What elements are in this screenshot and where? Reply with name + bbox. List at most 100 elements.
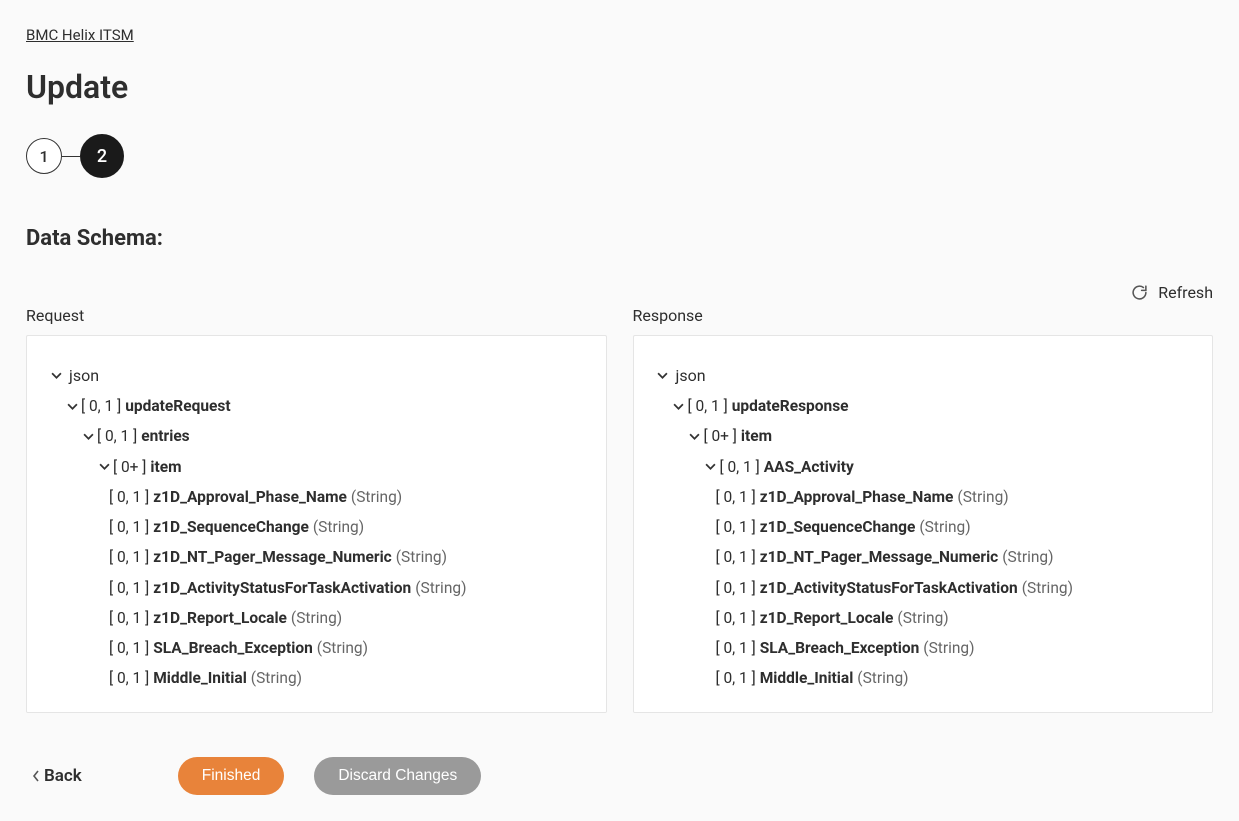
- field-name-label: z1D_NT_Pager_Message_Numeric: [760, 542, 999, 572]
- field-type-label: (String): [415, 573, 466, 603]
- field-name-label: Middle_Initial: [760, 663, 854, 693]
- chevron-down-icon[interactable]: [63, 401, 81, 412]
- tree-field-row[interactable]: [ 0, 1 ] z1D_SequenceChange (String): [654, 512, 1193, 542]
- field-name-label: z1D_SequenceChange: [153, 512, 309, 542]
- cardinality-label: [ 0+ ]: [704, 421, 737, 451]
- field-type-label: (String): [1022, 573, 1073, 603]
- field-name-label: z1D_Report_Locale: [760, 603, 894, 633]
- tree-field-row[interactable]: [ 0, 1 ] z1D_Approval_Phase_Name (String…: [654, 482, 1193, 512]
- cardinality-label: [ 0, 1 ]: [109, 663, 149, 693]
- tree-node-json[interactable]: json: [47, 360, 586, 391]
- tree-node-aas-activity[interactable]: [ 0, 1 ] AAS_Activity: [654, 452, 1193, 482]
- cardinality-label: [ 0, 1 ]: [109, 512, 149, 542]
- chevron-down-icon[interactable]: [79, 431, 97, 442]
- back-label: Back: [44, 766, 82, 786]
- cardinality-label: [ 0, 1 ]: [109, 573, 149, 603]
- tree-node-label: entries: [141, 421, 189, 451]
- cardinality-label: [ 0, 1 ]: [716, 512, 756, 542]
- cardinality-label: [ 0, 1 ]: [716, 482, 756, 512]
- field-name-label: z1D_Approval_Phase_Name: [760, 482, 954, 512]
- tree-node-entries[interactable]: [ 0, 1 ] entries: [47, 421, 586, 451]
- tree-node-label: item: [741, 421, 772, 451]
- step-2[interactable]: 2: [80, 134, 124, 178]
- tree-node-label: updateResponse: [732, 391, 849, 421]
- field-type-label: (String): [313, 512, 364, 542]
- chevron-down-icon[interactable]: [670, 401, 688, 412]
- field-type-label: (String): [923, 633, 974, 663]
- tree-node-item[interactable]: [ 0+ ] item: [47, 452, 586, 482]
- field-type-label: (String): [351, 482, 402, 512]
- cardinality-label: [ 0, 1 ]: [97, 421, 137, 451]
- tree-node-label: AAS_Activity: [764, 452, 854, 482]
- cardinality-label: [ 0+ ]: [113, 452, 146, 482]
- tree-field-row[interactable]: [ 0, 1 ] Middle_Initial (String): [47, 663, 586, 693]
- request-panel: json [ 0, 1 ] updateRequest [ 0, 1 ] ent…: [26, 335, 607, 713]
- tree-node-label: json: [676, 360, 706, 391]
- field-name-label: z1D_ActivityStatusForTaskActivation: [153, 573, 411, 603]
- chevron-down-icon[interactable]: [47, 370, 65, 381]
- tree-field-row[interactable]: [ 0, 1 ] z1D_ActivityStatusForTaskActiva…: [654, 573, 1193, 603]
- page-title: Update: [26, 68, 1213, 106]
- step-1[interactable]: 1: [26, 138, 62, 174]
- cardinality-label: [ 0, 1 ]: [716, 542, 756, 572]
- field-name-label: z1D_ActivityStatusForTaskActivation: [760, 573, 1018, 603]
- tree-field-row[interactable]: [ 0, 1 ] z1D_Approval_Phase_Name (String…: [47, 482, 586, 512]
- tree-field-row[interactable]: [ 0, 1 ] z1D_Report_Locale (String): [654, 603, 1193, 633]
- cardinality-label: [ 0, 1 ]: [81, 391, 121, 421]
- tree-node-json[interactable]: json: [654, 360, 1193, 391]
- tree-field-row[interactable]: [ 0, 1 ] SLA_Breach_Exception (String): [47, 633, 586, 663]
- cardinality-label: [ 0, 1 ]: [716, 603, 756, 633]
- cardinality-label: [ 0, 1 ]: [109, 542, 149, 572]
- back-button[interactable]: Back: [32, 766, 82, 786]
- field-name-label: z1D_Report_Locale: [153, 603, 287, 633]
- refresh-row: Refresh: [26, 283, 1213, 302]
- chevron-down-icon[interactable]: [95, 461, 113, 472]
- chevron-down-icon[interactable]: [702, 461, 720, 472]
- tree-field-row[interactable]: [ 0, 1 ] z1D_NT_Pager_Message_Numeric (S…: [47, 542, 586, 572]
- field-type-label: (String): [897, 603, 948, 633]
- tree-field-row[interactable]: [ 0, 1 ] Middle_Initial (String): [654, 663, 1193, 693]
- tree-field-row[interactable]: [ 0, 1 ] SLA_Breach_Exception (String): [654, 633, 1193, 663]
- stepper: 1 2: [26, 134, 1213, 178]
- field-type-label: (String): [291, 603, 342, 633]
- cardinality-label: [ 0, 1 ]: [109, 482, 149, 512]
- tree-field-row[interactable]: [ 0, 1 ] z1D_ActivityStatusForTaskActiva…: [47, 573, 586, 603]
- tree-field-row[interactable]: [ 0, 1 ] z1D_Report_Locale (String): [47, 603, 586, 633]
- field-name-label: z1D_Approval_Phase_Name: [153, 482, 347, 512]
- refresh-icon[interactable]: [1131, 284, 1148, 301]
- cardinality-label: [ 0, 1 ]: [109, 603, 149, 633]
- tree-node-updaterequest[interactable]: [ 0, 1 ] updateRequest: [47, 391, 586, 421]
- field-name-label: SLA_Breach_Exception: [760, 633, 920, 663]
- field-name-label: Middle_Initial: [153, 663, 247, 693]
- cardinality-label: [ 0, 1 ]: [716, 633, 756, 663]
- field-name-label: z1D_SequenceChange: [760, 512, 916, 542]
- cardinality-label: [ 0, 1 ]: [688, 391, 728, 421]
- step-connector: [62, 156, 80, 157]
- tree-field-row[interactable]: [ 0, 1 ] z1D_NT_Pager_Message_Numeric (S…: [654, 542, 1193, 572]
- response-panel: json [ 0, 1 ] updateResponse [ 0+ ] item…: [633, 335, 1214, 713]
- section-title: Data Schema:: [26, 226, 1213, 251]
- field-type-label: (String): [1002, 542, 1053, 572]
- tree-node-label: json: [69, 360, 99, 391]
- tree-node-updateresponse[interactable]: [ 0, 1 ] updateResponse: [654, 391, 1193, 421]
- breadcrumb-link[interactable]: BMC Helix ITSM: [26, 26, 134, 44]
- field-type-label: (String): [251, 663, 302, 693]
- finished-button[interactable]: Finished: [178, 757, 285, 795]
- chevron-down-icon[interactable]: [686, 431, 704, 442]
- chevron-down-icon[interactable]: [654, 370, 672, 381]
- refresh-button[interactable]: Refresh: [1158, 283, 1213, 302]
- response-label: Response: [633, 306, 1214, 325]
- request-label: Request: [26, 306, 607, 325]
- cardinality-label: [ 0, 1 ]: [109, 633, 149, 663]
- field-type-label: (String): [919, 512, 970, 542]
- tree-node-label: item: [150, 452, 181, 482]
- field-type-label: (String): [396, 542, 447, 572]
- tree-node-label: updateRequest: [125, 391, 230, 421]
- field-type-label: (String): [857, 663, 908, 693]
- tree-node-item[interactable]: [ 0+ ] item: [654, 421, 1193, 451]
- field-name-label: SLA_Breach_Exception: [153, 633, 313, 663]
- tree-field-row[interactable]: [ 0, 1 ] z1D_SequenceChange (String): [47, 512, 586, 542]
- cardinality-label: [ 0, 1 ]: [716, 663, 756, 693]
- discard-changes-button[interactable]: Discard Changes: [314, 757, 481, 795]
- field-name-label: z1D_NT_Pager_Message_Numeric: [153, 542, 392, 572]
